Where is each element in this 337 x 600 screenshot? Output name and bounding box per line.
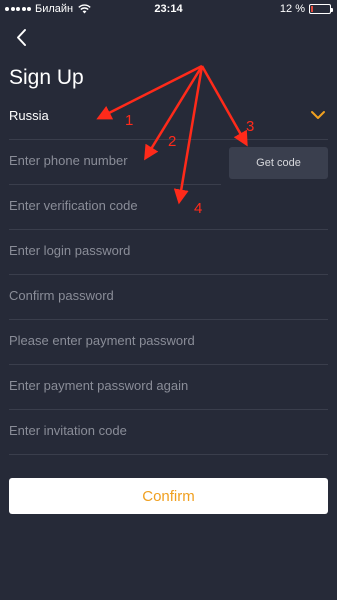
login-password-input[interactable] bbox=[9, 243, 209, 258]
login-password-row bbox=[9, 230, 328, 275]
payment-password-again-input[interactable] bbox=[9, 378, 309, 393]
payment-password-input[interactable] bbox=[9, 333, 309, 348]
page-title: Sign Up bbox=[9, 66, 84, 89]
confirm-password-input[interactable] bbox=[9, 288, 209, 303]
status-right: 12 % bbox=[279, 3, 333, 15]
confirm-button[interactable]: Confirm bbox=[9, 478, 328, 514]
payment-password-row bbox=[9, 320, 328, 365]
country-selector[interactable]: Russia bbox=[9, 95, 328, 140]
verification-code-input[interactable] bbox=[9, 198, 209, 213]
country-value: Russia bbox=[9, 108, 49, 123]
battery-icon bbox=[309, 4, 333, 14]
status-bar: Билайн 23:14 12 % bbox=[0, 0, 337, 20]
confirm-password-row bbox=[9, 275, 328, 320]
invitation-code-input[interactable] bbox=[9, 423, 309, 438]
chevron-left-icon[interactable] bbox=[11, 26, 35, 50]
phone-number-input[interactable] bbox=[9, 153, 209, 168]
phone-row bbox=[9, 140, 221, 185]
chevron-down-icon[interactable] bbox=[310, 109, 326, 121]
battery-percentage: 12 % bbox=[279, 3, 305, 15]
payment-password-again-row bbox=[9, 365, 328, 410]
battery-level-fill bbox=[311, 6, 313, 12]
verification-row bbox=[9, 185, 328, 230]
get-code-button[interactable]: Get code bbox=[229, 147, 328, 179]
invitation-row bbox=[9, 410, 328, 455]
